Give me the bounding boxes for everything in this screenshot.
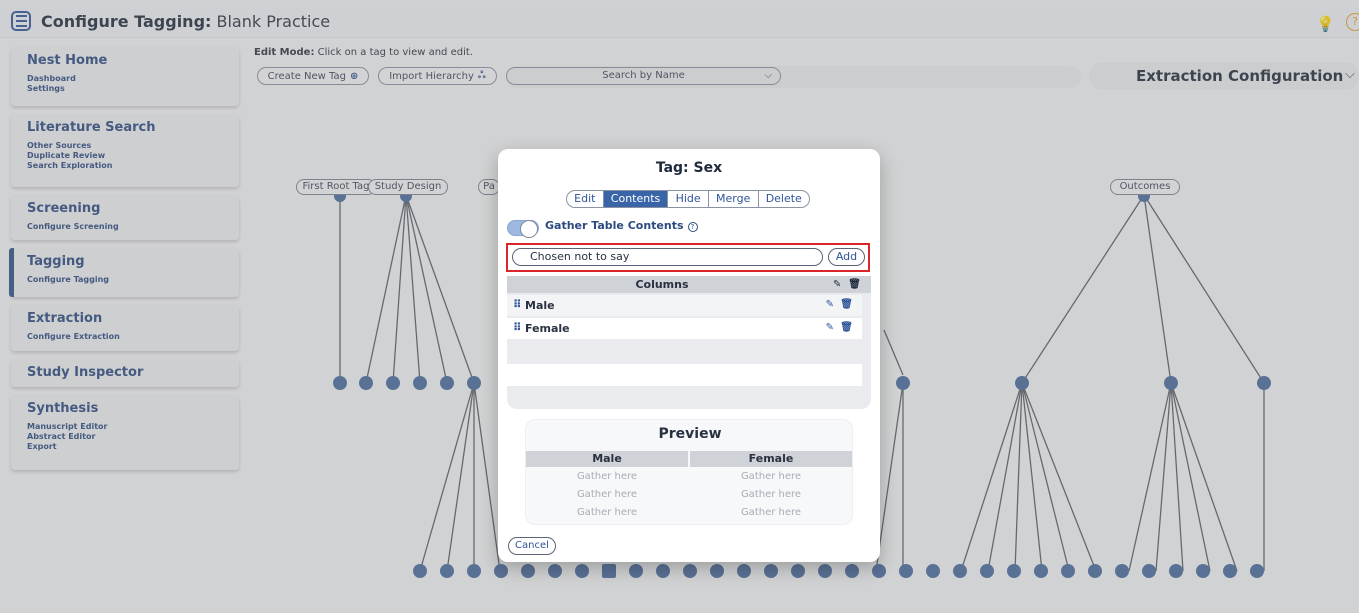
pencil-icon[interactable]: ✎ <box>826 299 834 310</box>
cancel-button[interactable]: Cancel <box>508 537 556 555</box>
modal-tabs: Edit Contents Hide Merge Delete <box>566 190 810 208</box>
preview-title: Preview <box>658 426 722 442</box>
modal-title: Tag: Sex <box>655 160 723 176</box>
column-row: ⠿ Male ✎ 🗑 <box>507 295 862 316</box>
tab-hide[interactable]: Hide <box>668 191 709 207</box>
preview-column-header: Female <box>690 451 852 467</box>
column-name: Male <box>525 299 555 312</box>
column-name: Female <box>525 322 570 335</box>
new-column-input[interactable]: Chosen not to say <box>512 248 823 266</box>
trash-icon[interactable]: 🗑 <box>840 299 853 310</box>
empty-column-row <box>507 364 862 386</box>
empty-column-row <box>507 341 862 363</box>
gather-table-contents-toggle[interactable] <box>507 220 539 238</box>
preview-cell: Gather here <box>576 471 638 482</box>
drag-handle-icon[interactable]: ⠿ <box>513 298 522 311</box>
preview-cell: Gather here <box>576 507 638 518</box>
columns-header-label: Columns <box>635 278 689 291</box>
columns-header-actions: ✎ 🗑 <box>833 276 861 293</box>
preview-cell: Gather here <box>740 489 802 500</box>
gather-table-contents-label: Gather Table Contents? <box>545 219 698 232</box>
tab-contents[interactable]: Contents <box>603 191 669 207</box>
columns-panel: Columns ✎ 🗑 ⠿ Male ✎ 🗑 ⠿ Female ✎ 🗑 <box>507 276 871 409</box>
drag-handle-icon[interactable]: ⠿ <box>513 321 522 334</box>
help-icon[interactable]: ? <box>687 222 698 232</box>
column-row: ⠿ Female ✎ 🗑 <box>507 318 862 339</box>
add-button[interactable]: Add <box>828 248 865 266</box>
preview-cell: Gather here <box>740 471 802 482</box>
pencil-icon[interactable]: ✎ <box>833 279 841 290</box>
tab-delete[interactable]: Delete <box>759 191 809 207</box>
pencil-icon[interactable]: ✎ <box>826 322 834 333</box>
preview-cell: Gather here <box>740 507 802 518</box>
tab-edit[interactable]: Edit <box>567 191 604 207</box>
preview-column-header: Male <box>526 451 688 467</box>
preview-panel: Preview Male Gather here Gather here Gather… <box>525 419 853 525</box>
columns-header: Columns ✎ 🗑 <box>507 276 871 293</box>
tab-merge[interactable]: Merge <box>709 191 759 207</box>
tag-modal: Tag: Sex Edit Contents Hide Merge Delete Gat… <box>498 149 880 562</box>
preview-cell: Gather here <box>576 489 638 500</box>
trash-icon[interactable]: 🗑 <box>848 279 861 290</box>
trash-icon[interactable]: 🗑 <box>840 322 853 333</box>
gather-label-text: Gather Table Contents <box>545 219 684 232</box>
